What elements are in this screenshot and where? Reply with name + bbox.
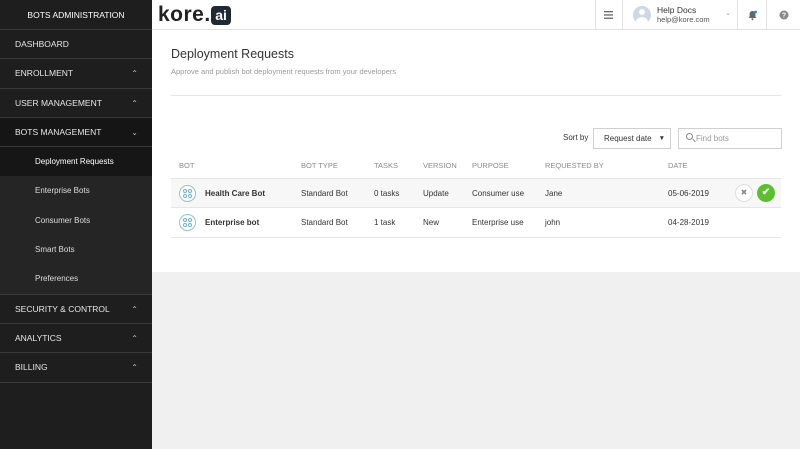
chevron-up-icon: ⌃ [131,304,138,314]
caret-down-icon: ▼ [658,135,665,142]
bot-name[interactable]: Health Care Bot [205,179,265,208]
column-header-purpose: PURPOSE [472,161,509,170]
sidebar-item-analytics[interactable]: ANALYTICS ⌃ [0,324,152,354]
bot-tasks: 1 task [374,218,396,227]
page-title: Deployment Requests [171,47,294,61]
bot-type: Standard Bot [301,189,348,198]
bot-name[interactable]: Enterprise bot [205,208,259,237]
close-icon: ✖ [740,188,748,197]
requested-by: john [545,218,561,227]
request-date: 05-06-2019 [668,189,709,198]
chevron-up-icon: ⌃ [131,363,138,373]
column-header-version: VERSION [423,161,457,170]
sidebar-subitem-consumer-bots[interactable]: Consumer Bots [0,205,152,236]
table-row[interactable]: Enterprise bot Standard Bot 1 task New E… [171,208,781,238]
user-email: help@kore.com [657,15,710,24]
sidebar-title: BOTS ADMINISTRATION [0,0,152,30]
column-header-tasks: TASKS [374,161,399,170]
search-icon [686,133,693,140]
chevron-up-icon: ⌃ [131,69,138,79]
reject-button[interactable]: ✖ [735,184,753,202]
bot-purpose: Enterprise use [472,218,524,227]
request-date: 04-28-2019 [668,218,709,227]
question-icon: ? [779,10,788,20]
bell-icon [748,10,757,20]
user-menu[interactable]: Help Docs help@kore.com ⌄ [622,0,737,30]
kore-logo[interactable]: kore . ai [158,4,231,26]
notifications-button[interactable] [737,0,766,30]
svg-text:?: ? [781,13,785,20]
check-icon: ✔ [761,187,771,198]
divider [171,95,781,96]
search-input[interactable] [696,131,780,146]
sidebar-item-security-control[interactable]: SECURITY & CONTROL ⌃ [0,295,152,324]
sidebar-subitem-smart-bots[interactable]: Smart Bots [0,235,152,265]
page-subtitle: Approve and publish bot deployment reque… [171,67,397,76]
sidebar-subitem-preferences[interactable]: Preferences [0,264,152,294]
hamburger-icon [604,11,613,19]
top-bar: kore . ai Help Docs help@kore.com ⌄ ? [152,0,800,30]
chevron-up-icon: ⌃ [131,333,138,343]
column-header-requested-by: REQUESTED BY [545,161,604,170]
bot-icon [179,214,196,231]
sort-label: Sort by [563,133,589,142]
search-box[interactable] [678,128,782,149]
user-name: Help Docs [657,5,697,15]
sidebar-item-user-management[interactable]: USER MANAGEMENT ⌃ [0,89,152,118]
sidebar-subitem-enterprise-bots[interactable]: Enterprise Bots [0,176,152,206]
sidebar-subitem-deployment-requests[interactable]: Deployment Requests [0,147,152,177]
chevron-down-icon: ⌄ [131,127,138,137]
logo-dot: . [204,3,211,26]
table-row[interactable]: Health Care Bot Standard Bot 0 tasks Upd… [171,178,781,208]
menu-button[interactable] [595,0,621,30]
help-button[interactable]: ? [766,0,800,30]
chevron-up-icon: ⌃ [131,98,138,108]
bot-version: Update [423,189,449,198]
column-header-bot: BOT [179,161,195,170]
column-header-date: DATE [668,161,688,170]
sidebar-item-bots-management[interactable]: BOTS MANAGEMENT ⌄ [0,117,152,148]
sidebar-item-billing[interactable]: BILLING ⌃ [0,353,152,383]
sort-select[interactable]: Request date ▼ [593,128,671,149]
sidebar-item-label: SECURITY & CONTROL [15,303,110,314]
chevron-down-icon: ⌄ [725,10,731,17]
sidebar-item-dashboard[interactable]: DASHBOARD [0,30,152,60]
bot-tasks: 0 tasks [374,189,400,198]
logo-badge: ai [211,5,231,25]
sidebar-item-label: USER MANAGEMENT [15,97,102,108]
sidebar-item-label: BILLING [15,362,48,373]
user-info: Help Docs help@kore.com [657,5,710,25]
approve-button[interactable]: ✔ [757,184,775,202]
logo-text: kore [158,3,205,26]
bot-version: New [423,218,440,227]
column-header-bot-type: BOT TYPE [301,161,338,170]
sidebar-item-enrollment[interactable]: ENROLLMENT ⌃ [0,59,152,89]
sidebar-item-label: ENROLLMENT [15,68,74,79]
sidebar-item-label: ANALYTICS [15,332,62,343]
bot-purpose: Consumer use [472,189,525,198]
bots-management-submenu: Deployment Requests Enterprise Bots Cons… [0,147,152,295]
main-panel: Deployment Requests Approve and publish … [152,30,800,272]
sidebar-item-label: BOTS MANAGEMENT [15,126,102,137]
sidebar: BOTS ADMINISTRATION DASHBOARD ENROLLMENT… [0,0,152,449]
bot-type: Standard Bot [301,218,348,227]
sort-select-value: Request date [604,134,652,143]
avatar [633,6,651,24]
requested-by: Jane [545,189,563,198]
sidebar-item-label: DASHBOARD [15,39,69,49]
bot-icon [179,185,196,202]
